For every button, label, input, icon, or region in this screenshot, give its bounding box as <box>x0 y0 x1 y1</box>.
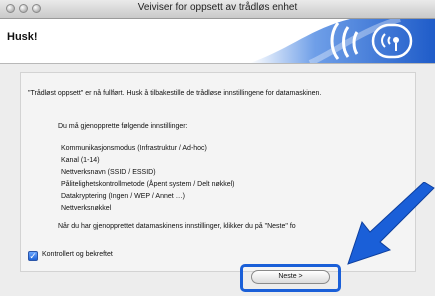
confirm-checkbox[interactable]: ✓ <box>28 251 38 261</box>
setup-wizard-window: Veiviser for oppsett av trådløs enhet Hu… <box>0 0 435 296</box>
footer-instruction: Når du har gjenopprettet datamaskinens i… <box>58 223 296 230</box>
wizard-header: Husk! <box>0 19 435 64</box>
list-item: Nettverksnavn (SSID / ESSID) <box>61 169 156 176</box>
pointer-arrow-icon <box>347 182 435 265</box>
list-item: Kommunikasjonsmodus (Infrastruktur / Ad-… <box>61 145 207 152</box>
intro-text: "Trådløst oppsett" er nå fullført. Husk … <box>28 90 322 97</box>
settings-list: Kommunikasjonsmodus (Infrastruktur / Ad-… <box>61 143 235 215</box>
checkmark-icon: ✓ <box>29 251 37 261</box>
next-button[interactable]: Neste > <box>251 270 330 284</box>
list-item: Pålitelighetskontrollmetode (Åpent syste… <box>61 181 235 188</box>
list-item: Nettverksnøkkel <box>61 205 112 212</box>
settings-heading: Du må gjenopprette følgende innstillinge… <box>58 123 188 130</box>
list-item: Datakryptering (Ingen / WEP / Annet …) <box>61 193 185 200</box>
wireless-banner <box>250 19 435 63</box>
page-title: Husk! <box>7 31 38 43</box>
window-title: Veiviser for oppsett av trådløs enhet <box>137 2 298 13</box>
title-bar: Veiviser for oppsett av trådløs enhet <box>0 0 435 19</box>
list-item: Kanal (1-14) <box>61 157 100 164</box>
confirm-checkbox-label[interactable]: Kontrollert og bekreftet <box>42 251 113 258</box>
